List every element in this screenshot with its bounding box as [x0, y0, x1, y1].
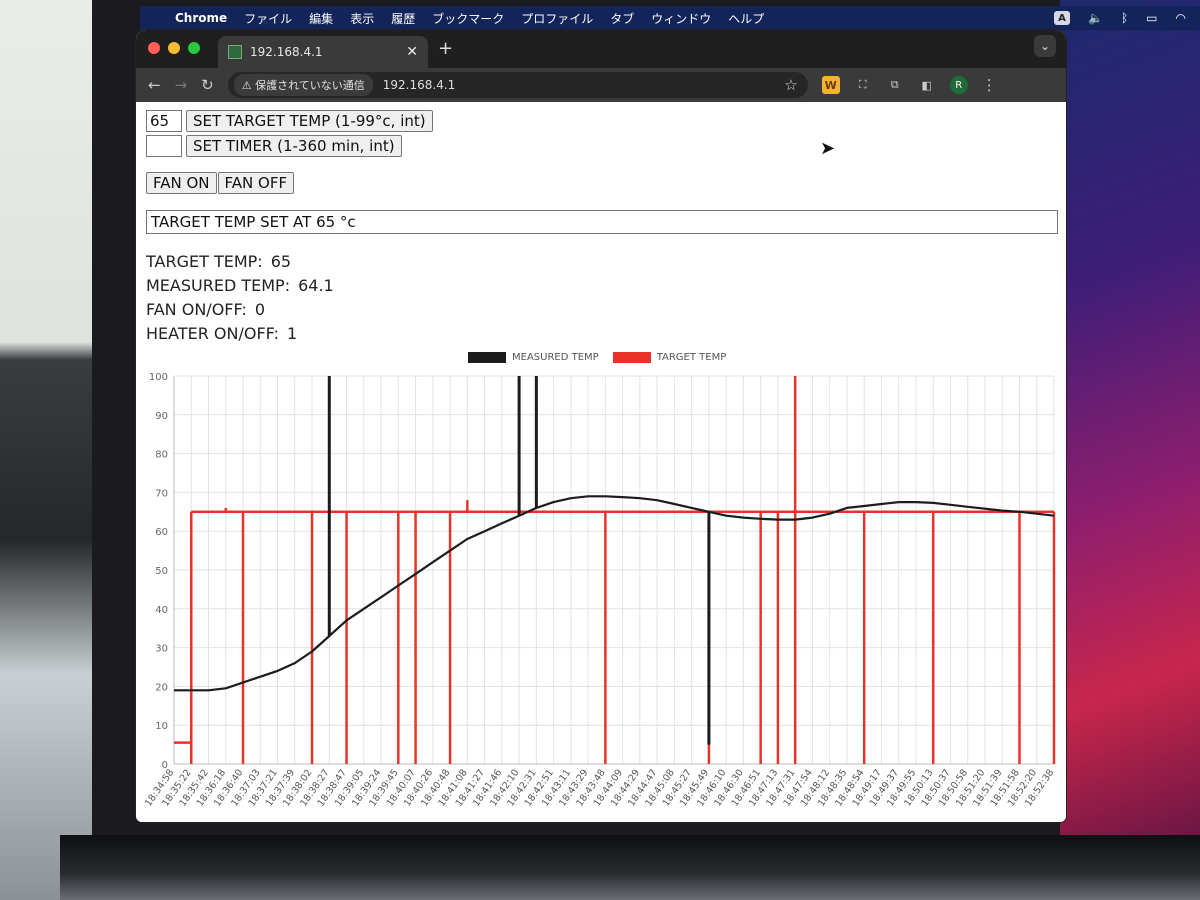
target-temp-input[interactable]: 65 [146, 110, 182, 132]
close-tab-icon[interactable]: ✕ [406, 44, 418, 60]
set-timer-button[interactable]: SET TIMER (1-360 min, int) [186, 135, 402, 157]
extensions-puzzle-icon[interactable]: ⧉ [886, 76, 904, 94]
close-window-icon[interactable] [148, 42, 160, 54]
y-tick-label: 10 [155, 721, 168, 732]
menu-item-view[interactable]: 表示 [350, 10, 374, 27]
address-bar[interactable]: ⚠ 保護されていない通信 192.168.4.1 ☆ [227, 72, 808, 98]
background-left-screen [0, 0, 92, 900]
security-label: 保護されていない通信 [255, 79, 365, 92]
mouse-pointer-icon: ➤ [820, 138, 836, 159]
temperature-chart: MEASURED TEMP TARGET TEMP 0 10 20 30 40 50 60 7… [136, 352, 1066, 822]
y-tick-label: 20 [155, 682, 168, 693]
measured-temp-line [174, 495, 1055, 692]
desktop-wallpaper [1060, 0, 1200, 900]
bluetooth-icon[interactable]: ᛒ [1121, 11, 1128, 25]
heater-state-line: HEATER ON/OFF: 1 [146, 322, 342, 346]
heater-state-label: HEATER ON/OFF: [146, 324, 280, 343]
wifi-icon[interactable]: ◠ [1176, 11, 1186, 25]
page-content: 65 SET TARGET TEMP (1-99°c, int) SET TIM… [136, 102, 1066, 822]
measured-temp-line: MEASURED TEMP: 64.1 [146, 274, 342, 298]
y-tick-label: 60 [155, 527, 168, 538]
browser-toolbar: ← → ↻ ⚠ 保護されていない通信 192.168.4.1 ☆ W ⛶ ⧉ ◧… [136, 68, 1066, 102]
fan-off-button[interactable]: FAN OFF [217, 172, 295, 194]
tab-title: 192.168.4.1 [250, 45, 323, 59]
timer-row: SET TIMER (1-360 min, int) [146, 135, 402, 157]
fan-state-label: FAN ON/OFF: [146, 300, 247, 319]
menu-item-tab[interactable]: タブ [610, 10, 634, 27]
menu-app-name[interactable]: Chrome [175, 11, 227, 25]
tab-search-icon[interactable]: ⌄ [1034, 35, 1056, 57]
fan-on-button[interactable]: FAN ON [146, 172, 217, 194]
legend-swatch-target[interactable] [612, 352, 651, 363]
legend-label-measured[interactable]: MEASURED TEMP [512, 352, 599, 363]
menu-item-history[interactable]: 履歴 [391, 10, 415, 27]
heater-state-value: 1 [287, 324, 298, 343]
status-readout: TARGET TEMP: 65 MEASURED TEMP: 64.1 FAN ON… [146, 250, 342, 346]
y-tick-label: 40 [155, 605, 168, 616]
chart-legend: MEASURED TEMP TARGET TEMP [468, 352, 726, 363]
zoom-window-icon[interactable] [188, 42, 200, 54]
minimize-window-icon[interactable] [168, 42, 180, 54]
battery-icon[interactable]: ▭ [1146, 11, 1157, 25]
favicon-icon [228, 45, 242, 59]
input-source-indicator[interactable]: A [1054, 11, 1071, 25]
laptop-bezel [60, 835, 1200, 900]
target-temp-row: 65 SET TARGET TEMP (1-99°c, int) [146, 110, 433, 132]
menu-item-profile[interactable]: プロファイル [521, 10, 593, 27]
browser-tab[interactable]: 192.168.4.1 ✕ [218, 36, 428, 68]
chart-canvas: 010203040506070809010018:34:5818:35:2218… [143, 372, 1056, 809]
menu-item-file[interactable]: ファイル [244, 10, 292, 27]
y-tick-label: 100 [149, 372, 168, 383]
fan-state-line: FAN ON/OFF: 0 [146, 298, 342, 322]
window-controls [148, 42, 200, 54]
screenshot-extension-icon[interactable]: ⛶ [854, 76, 872, 94]
menu-item-edit[interactable]: 編集 [309, 10, 333, 27]
target-temp-line: TARGET TEMP: 65 [146, 250, 342, 274]
timer-input[interactable] [146, 135, 182, 157]
fan-buttons: FAN ON FAN OFF [146, 172, 295, 194]
legend-label-target[interactable]: TARGET TEMP [657, 352, 727, 363]
back-icon[interactable]: ← [148, 76, 161, 94]
browser-window: 192.168.4.1 ✕ + ⌄ ← → ↻ ⚠ 保護されていない通信 192… [136, 30, 1066, 822]
security-chip[interactable]: ⚠ 保護されていない通信 [233, 74, 373, 96]
url-text[interactable]: 192.168.4.1 [383, 78, 456, 92]
measured-temp-value: 64.1 [298, 276, 334, 295]
set-target-temp-button[interactable]: SET TARGET TEMP (1-99°c, int) [186, 110, 433, 132]
bookmark-star-icon[interactable]: ☆ [784, 76, 797, 94]
more-menu-icon[interactable]: ⋮ [982, 76, 997, 94]
menu-item-bookmarks[interactable]: ブックマーク [432, 10, 504, 27]
measured-temp-label: MEASURED TEMP: [146, 276, 291, 295]
tab-strip: 192.168.4.1 ✕ + ⌄ [136, 30, 1066, 68]
extension-w-icon[interactable]: W [821, 76, 840, 94]
profile-avatar[interactable]: R [949, 76, 968, 94]
menu-item-help[interactable]: ヘルプ [728, 10, 764, 27]
y-tick-label: 90 [155, 411, 168, 422]
warning-icon: ⚠ [241, 79, 256, 92]
reload-icon[interactable]: ↻ [201, 76, 214, 94]
side-panel-icon[interactable]: ◧ [918, 76, 936, 94]
new-tab-icon[interactable]: + [438, 38, 453, 59]
y-tick-label: 30 [155, 644, 168, 655]
status-message-field[interactable]: TARGET TEMP SET AT 65 °c [146, 210, 1058, 234]
legend-swatch-measured[interactable] [468, 352, 506, 363]
fan-state-value: 0 [254, 300, 266, 319]
target-temp-label: TARGET TEMP: [146, 252, 263, 271]
volume-icon[interactable]: 🔈 [1088, 11, 1103, 25]
y-tick-label: 50 [155, 566, 168, 577]
mac-menu-bar: Chrome ファイル 編集 表示 履歴 ブックマーク プロファイル タブ ウィ… [140, 6, 1200, 30]
y-tick-label: 70 [155, 488, 168, 499]
y-tick-label: 80 [155, 450, 168, 461]
target-temp-value: 65 [270, 252, 292, 271]
menu-item-window[interactable]: ウィンドウ [651, 10, 711, 27]
forward-icon[interactable]: → [175, 76, 188, 94]
